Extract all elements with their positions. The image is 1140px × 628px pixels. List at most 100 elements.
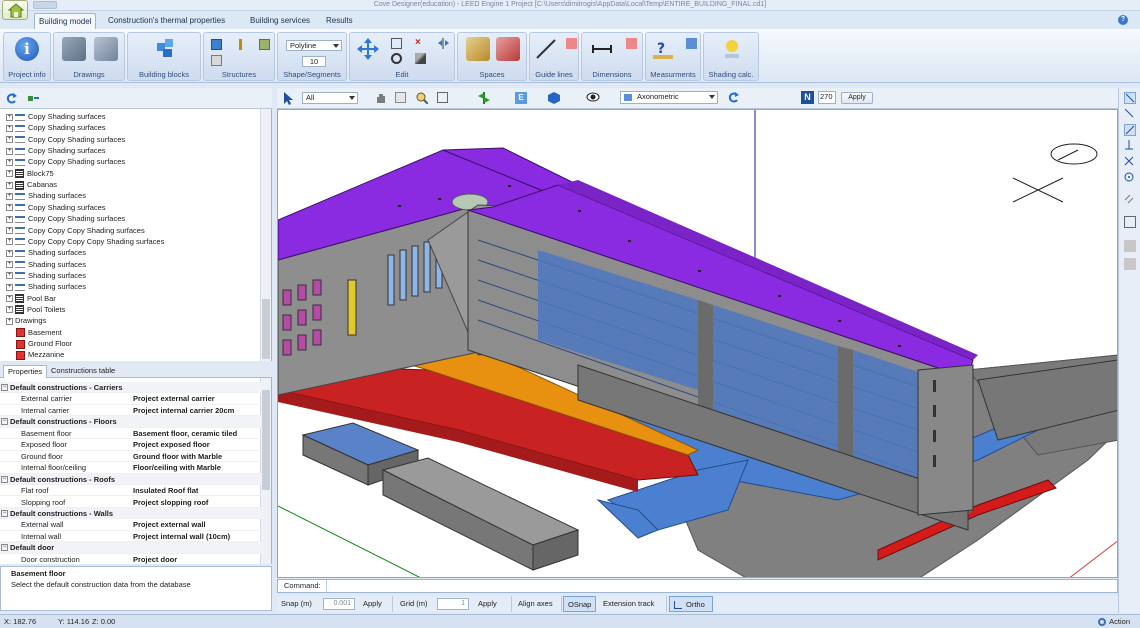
expand-toggle-icon[interactable]: + [6,192,13,200]
snap-perpendicular-icon[interactable] [1124,140,1136,152]
guide-line-icon[interactable] [534,37,558,61]
tree-item[interactable]: + Cabanas [6,179,57,190]
tree-item[interactable]: + Copy Shading surfaces [6,122,106,133]
tab-building-model[interactable]: Building model [34,13,97,29]
snap-layer-icon[interactable] [1124,240,1136,252]
select-pointer-icon[interactable] [283,92,294,105]
snap-midpoint-icon[interactable] [1124,108,1136,120]
property-value[interactable]: Project internal wall (10cm) [133,531,230,542]
tree-item[interactable]: + Copy Shading surfaces [6,202,106,213]
expand-toggle-icon[interactable]: + [6,317,13,325]
property-row[interactable]: External wall Project external wall [0,519,261,531]
space-add-icon[interactable] [466,37,490,61]
measure-query-icon[interactable]: ? [651,37,675,61]
pencil-icon[interactable] [415,53,426,64]
tree-item[interactable]: + Copy Copy Copy Copy Shading surfaces [6,236,164,247]
expand-toggle-icon[interactable]: + [6,238,13,246]
tree-item[interactable]: + Block75 [6,168,54,179]
expand-toggle-icon[interactable]: + [6,295,13,303]
expand-toggle-icon[interactable]: + [6,181,13,189]
tree-sync-icon[interactable] [28,93,39,104]
property-value[interactable]: Ground floor with Marble [133,451,222,462]
expand-toggle-icon[interactable]: + [6,306,13,314]
tree-item[interactable]: Ground Floor [16,338,72,349]
tree-item[interactable]: + Shading surfaces [6,259,86,270]
property-row[interactable]: Internal floor/ceiling Floor/ceiling with… [0,462,261,474]
property-row[interactable]: Exposed floor Project exposed floor [0,439,261,451]
osnap-toggle[interactable]: OSnap [563,596,596,612]
property-row[interactable]: Door construction Project door [0,554,261,564]
property-value[interactable]: Basement floor, ceramic tiled [133,428,237,439]
expand-toggle-icon[interactable]: + [6,215,13,223]
property-value[interactable]: Project external carrier [133,393,215,404]
space-edit-icon[interactable] [496,37,520,61]
help-icon[interactable]: ? [1118,15,1128,25]
dimension-erase-icon[interactable] [626,38,637,49]
align-axes-button[interactable]: Align axes [514,596,562,612]
ortho-toggle[interactable]: Ortho [669,596,713,612]
zoom-window-icon[interactable] [395,92,406,103]
expand-toggle-icon[interactable]: + [6,170,13,178]
expand-toggle-icon[interactable]: + [6,261,13,269]
status-action[interactable]: Action [1098,615,1130,628]
tree-item[interactable]: + Shading surfaces [6,270,86,281]
collapse-toggle-icon[interactable]: − [1,544,8,552]
expand-toggle-icon[interactable]: + [6,227,13,235]
property-row[interactable]: Flat roof Insulated Roof flat [0,485,261,497]
snap-nearest-icon[interactable] [1124,124,1136,136]
drawing-edit-icon[interactable] [94,37,118,61]
tree-item[interactable]: + Copy Copy Shading surfaces [6,156,125,167]
expand-toggle-icon[interactable]: + [6,249,13,257]
command-input[interactable] [326,580,1117,592]
zoom-extents-icon[interactable] [437,92,448,103]
tree-scrollbar[interactable] [260,109,271,361]
elevation-e-button[interactable]: E [515,92,527,104]
expand-toggle-icon[interactable]: + [6,272,13,280]
refresh-icon[interactable] [6,93,17,104]
property-value[interactable]: Project internal carrier 20cm [133,405,234,416]
property-value[interactable]: Project slopping roof [133,497,208,508]
collapse-toggle-icon[interactable]: − [1,475,8,483]
collapse-toggle-icon[interactable]: − [1,418,8,426]
tab-building-services[interactable]: Building services [246,13,314,29]
segment-count-input[interactable]: 10 [302,56,326,67]
tab-thermal-properties[interactable]: Construction's thermal properties [104,13,229,29]
collapse-toggle-icon[interactable]: − [1,384,8,391]
grid-apply-button[interactable]: Apply [474,596,512,612]
delete-icon[interactable]: × [415,38,426,49]
expand-toggle-icon[interactable]: + [6,136,13,144]
dimension-icon[interactable] [590,37,614,61]
property-row[interactable]: Internal wall Project internal wall (10cm… [0,531,261,543]
property-category[interactable]: − Default constructions - Floors [0,416,261,428]
expand-toggle-icon[interactable]: + [6,113,13,121]
guide-erase-icon[interactable] [566,38,577,49]
properties-scroll-thumb[interactable] [262,390,270,490]
tree-item[interactable]: Basement [16,327,62,338]
property-row[interactable]: Basement floor Basement floor, ceramic ti… [0,428,261,440]
tab-constructions-table[interactable]: Constructions table [47,365,119,378]
property-row[interactable]: Internal carrier Project internal carrier… [0,405,261,417]
tree-item[interactable]: + Copy Copy Copy Shading surfaces [6,225,145,236]
property-value[interactable]: Project external wall [133,519,206,530]
expand-toggle-icon[interactable]: + [6,124,13,132]
property-category[interactable]: − Default door [0,542,261,554]
property-value[interactable]: Project door [133,554,177,564]
north-apply-button[interactable]: Apply [841,92,873,104]
snap-endpoint-icon[interactable] [1124,92,1136,104]
eye-icon[interactable] [586,92,600,103]
drawing-add-icon[interactable] [62,37,86,61]
zoom-icon[interactable] [416,92,429,105]
snap-grid-icon[interactable] [1124,216,1136,228]
copy-icon[interactable] [391,38,402,49]
properties-grid[interactable]: − Default constructions - Carriers Externa… [0,378,272,564]
tab-properties[interactable]: Properties [3,365,48,378]
slab-icon[interactable] [259,39,270,50]
property-row[interactable]: Slopping roof Project slopping roof [0,497,261,508]
wall-icon[interactable] [211,39,222,50]
info-icon[interactable]: i [15,37,39,61]
snap-layer2-icon[interactable] [1124,258,1136,270]
building-block-icon[interactable] [153,37,177,61]
tab-results[interactable]: Results [322,13,357,29]
tree-item[interactable]: + Pool Toilets [6,304,65,315]
expand-toggle-icon[interactable]: + [6,147,13,155]
